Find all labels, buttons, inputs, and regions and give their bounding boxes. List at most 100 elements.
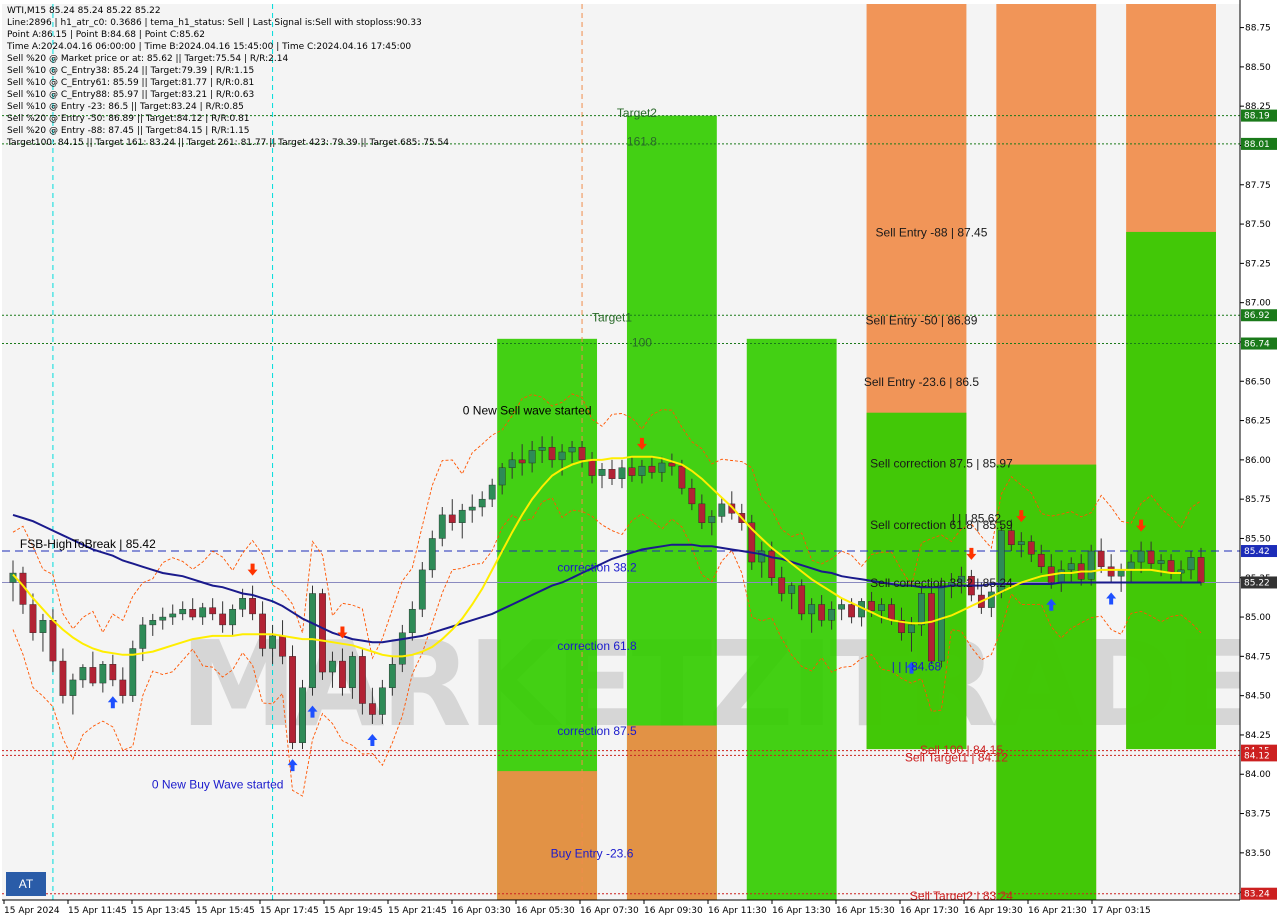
price-tick-label: 83.50 — [1245, 849, 1271, 859]
candle-body — [1037, 553, 1045, 567]
price-tick-label: 87.25 — [1245, 259, 1271, 269]
candle-body — [508, 459, 516, 468]
candle-body — [628, 467, 636, 476]
price-tick-label: 87.50 — [1245, 220, 1271, 230]
price-tick-label: 84.00 — [1245, 770, 1271, 780]
candle-body — [79, 667, 87, 681]
price-badge-label: 85.22 — [1244, 578, 1270, 588]
corner-badge-label: AT — [19, 877, 34, 891]
info-line: Sell %20 @ Entry -88: 87.45 || Target:84… — [7, 126, 250, 136]
price-tick-label: 87.75 — [1245, 181, 1271, 191]
candle-body — [229, 608, 237, 626]
candle-body — [578, 447, 586, 461]
candle-body — [888, 604, 895, 621]
zone-orange — [626, 725, 717, 900]
time-tick-label: 16 Apr 07:30 — [580, 906, 639, 916]
chart-annotation: 100 — [632, 336, 652, 350]
candle-body — [89, 667, 97, 684]
candle-body — [69, 679, 77, 696]
candle — [1087, 544, 1095, 586]
candle-body — [848, 604, 855, 618]
candle-body — [1067, 563, 1075, 571]
candle-body — [438, 514, 446, 539]
candle-body — [1007, 530, 1015, 545]
price-tick-label: 83.75 — [1245, 810, 1271, 820]
price-tick-label: 86.00 — [1245, 456, 1271, 466]
price-badge-label: 86.74 — [1244, 340, 1270, 350]
info-line: Point A:86.15 | Point B:84.68 | Point C:… — [7, 30, 205, 40]
candle-body — [468, 506, 476, 511]
candle-body — [378, 687, 386, 715]
info-line: Sell %10 @ C_Entry38: 85.24 || Target:79… — [7, 66, 254, 76]
time-tick-label: 16 Apr 19:30 — [964, 906, 1023, 916]
chart-annotation: Target2 — [617, 106, 657, 120]
candle-body — [309, 593, 316, 688]
time-tick-label: 15 Apr 11:45 — [68, 906, 127, 916]
candle-body — [1157, 560, 1165, 564]
candle-body — [1197, 557, 1205, 583]
candle-body — [1107, 566, 1115, 577]
candle-body — [668, 462, 676, 467]
price-tick-label: 84.50 — [1245, 692, 1271, 702]
candle-body — [838, 604, 846, 610]
chart-annotation: 161.8 — [627, 134, 657, 148]
candle-body — [39, 619, 47, 633]
candle — [319, 588, 326, 680]
candle-body — [289, 656, 296, 744]
candle-body — [558, 451, 566, 461]
price-chart[interactable]: MARKETZITRADE Target2161.8Target1100Sell… — [0, 0, 1280, 920]
time-tick-label: 15 Apr 17:45 — [260, 906, 319, 916]
chart-annotation: Sell Entry -50 | 86.89 — [866, 314, 978, 328]
candle-body — [658, 462, 666, 473]
time-tick-label: 16 Apr 21:30 — [1028, 906, 1087, 916]
candle-body — [189, 608, 197, 618]
candle-body — [698, 503, 706, 523]
candle-body — [868, 601, 875, 611]
price-tick-label: 84.75 — [1245, 652, 1271, 662]
info-line: Sell %20 @ Entry -50: 86.89 || Target:84… — [7, 114, 250, 124]
candle-body — [418, 569, 426, 610]
candle — [129, 640, 137, 702]
time-tick-label: 15 Apr 2024 — [4, 906, 60, 916]
candle-body — [119, 679, 127, 696]
candle-body — [798, 585, 806, 615]
candle — [299, 679, 306, 750]
candle-body — [329, 660, 336, 673]
candle-body — [368, 703, 376, 715]
candle-body — [179, 608, 187, 615]
info-line: WTI,M15 85.24 85.24 85.22 85.22 — [7, 6, 161, 16]
candle-body — [359, 656, 366, 704]
candle — [309, 585, 316, 696]
chart-annotation: correction 38.2 — [557, 560, 637, 574]
price-badge-label: 86.92 — [1244, 311, 1270, 321]
candle-body — [478, 498, 486, 508]
chart-annotation: Sell correction 38.2 | 85.24 — [870, 576, 1013, 590]
candle-body — [149, 619, 157, 626]
time-tick-label: 15 Apr 15:45 — [196, 906, 255, 916]
info-line: Sell %10 @ C_Entry88: 85.97 || Target:83… — [7, 90, 254, 100]
candle-body — [1187, 557, 1195, 571]
candle-body — [928, 593, 935, 662]
time-tick-label: 15 Apr 19:45 — [324, 906, 383, 916]
candle-body — [908, 624, 915, 633]
candle-body — [1097, 550, 1105, 567]
time-tick-label: 16 Apr 17:30 — [900, 906, 959, 916]
price-badge-label: 84.12 — [1244, 751, 1270, 761]
candle-body — [518, 459, 526, 464]
candle-body — [99, 664, 107, 684]
info-line: Line:2896 | h1_atr_c0: 0.3686 | tema_h1_… — [7, 18, 422, 28]
time-tick-label: 15 Apr 13:45 — [132, 906, 191, 916]
chart-annotation: Sell correction 61.8 | 85.59 — [870, 518, 1013, 532]
candle-body — [778, 577, 786, 594]
time-tick-label: 16 Apr 11:30 — [708, 906, 767, 916]
chart-annotation: Target1 — [592, 311, 632, 325]
candle-body — [249, 597, 256, 615]
candle-body — [428, 538, 436, 571]
candle-body — [618, 467, 626, 479]
candle-body — [339, 660, 346, 688]
chart-annotation: 0 New Buy Wave started — [152, 777, 284, 791]
candle-body — [209, 607, 217, 615]
time-tick-label: 15 Apr 21:45 — [388, 906, 447, 916]
candle-body — [279, 635, 286, 657]
candle-body — [918, 593, 925, 626]
